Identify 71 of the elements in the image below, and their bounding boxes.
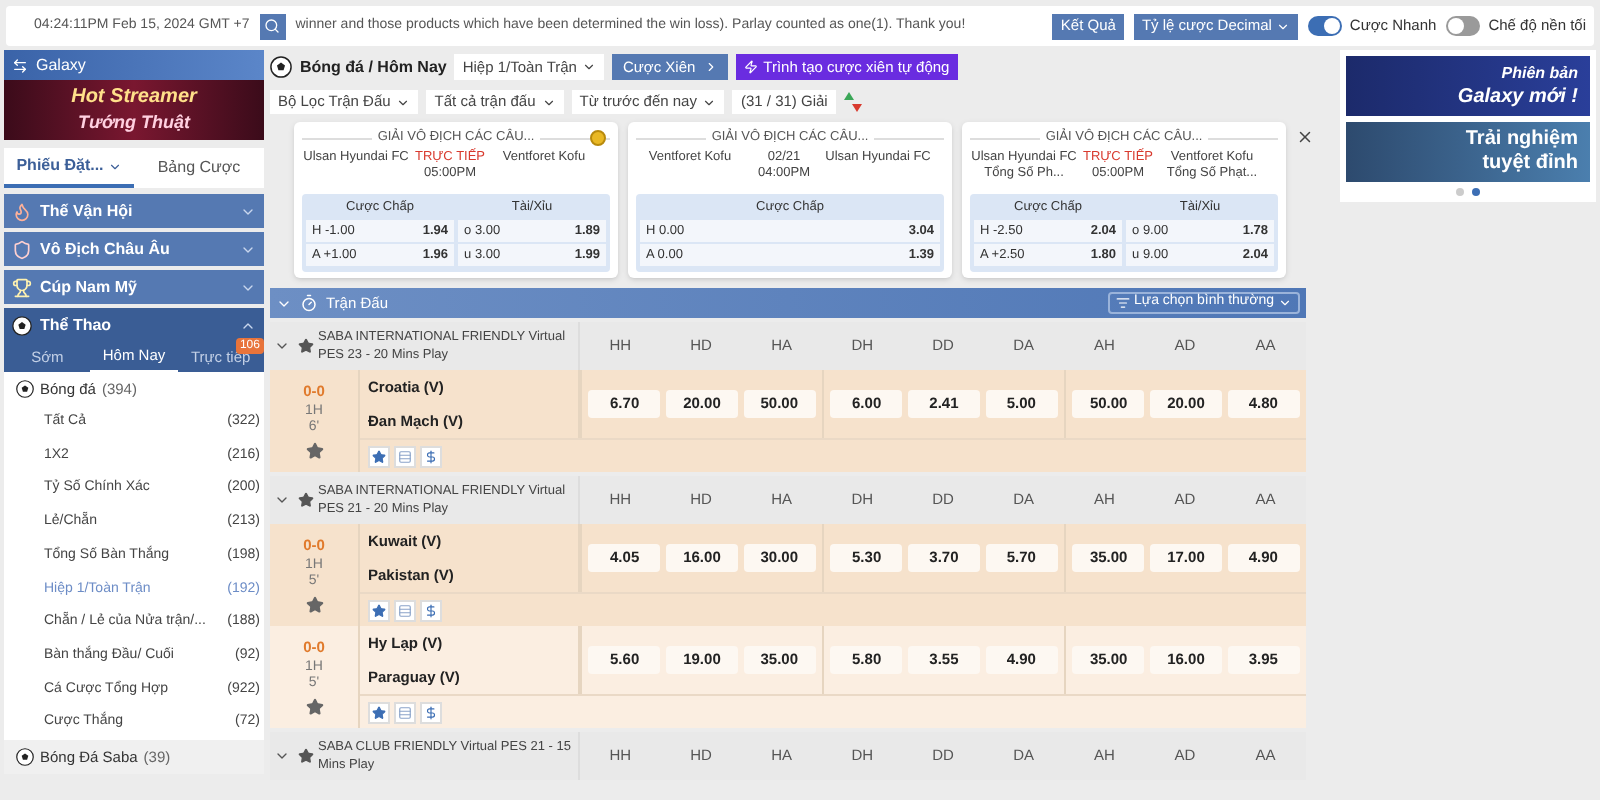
star-icon[interactable] <box>298 748 314 764</box>
chevron-down-icon <box>541 95 556 109</box>
search-button[interactable] <box>259 13 286 39</box>
star-icon[interactable] <box>305 697 323 715</box>
banner-text: tuyệt đỉnh <box>1482 152 1578 176</box>
section-label: Thể Thao <box>40 313 114 337</box>
chevron-down-icon <box>107 159 122 173</box>
banner-text: Galaxy mới ! <box>1457 86 1578 110</box>
trophy-icon <box>12 277 32 297</box>
breadcrumb: Bóng đá / Hôm Nay <box>300 55 447 79</box>
star-icon[interactable] <box>298 338 314 354</box>
sidebar-section-header[interactable]: Vô Địch Châu Âu <box>4 232 264 266</box>
section-label: Cúp Nam Mỹ <box>40 275 139 299</box>
banner-text: Hot Streamer <box>71 86 197 110</box>
chevron-down-icon <box>1278 296 1292 310</box>
toggle-switch[interactable] <box>1307 16 1342 36</box>
soccer-ball-icon <box>16 380 34 398</box>
rows-icon <box>398 705 412 719</box>
chevron-down-icon[interactable] <box>274 748 290 764</box>
sidebar-tab[interactable]: Bảng Cược <box>134 148 264 188</box>
star-icon <box>372 705 386 719</box>
promo-banner[interactable]: Trải nghiệm tuyệt đỉnh <box>1346 122 1590 182</box>
close-icon[interactable] <box>1296 128 1314 146</box>
banner-text: Phiên bản <box>1501 62 1578 86</box>
star-icon[interactable] <box>305 441 323 459</box>
star-icon <box>372 603 386 617</box>
dollar-icon <box>424 705 438 719</box>
soccer-ball-icon <box>16 747 34 766</box>
flame-icon <box>12 201 32 221</box>
bet-button[interactable] <box>420 445 442 467</box>
shield-icon <box>12 239 32 259</box>
galaxy-banner[interactable]: Galaxy <box>4 50 264 80</box>
promo-banner[interactable]: Phiên bản Galaxy mới ! <box>1346 56 1590 116</box>
rows-icon <box>398 603 412 617</box>
chevron-down-icon <box>702 95 717 109</box>
banner-text: Trải nghiệm <box>1465 128 1578 152</box>
bet-button[interactable] <box>420 701 442 723</box>
sidebar-section-header[interactable]: Thể Thao <box>4 308 264 342</box>
chevron-down-icon[interactable] <box>274 492 290 508</box>
favorite-button[interactable] <box>368 445 390 467</box>
bolt-icon <box>743 60 758 74</box>
section-label: Vô Địch Châu Âu <box>40 237 172 261</box>
bet-button[interactable] <box>420 599 442 621</box>
search-icon <box>264 18 281 34</box>
dollar-icon <box>424 449 438 463</box>
section-label: Thế Vận Hội <box>40 199 135 223</box>
chevron-down-icon[interactable] <box>274 338 290 354</box>
sidebar-tab[interactable]: Phiếu Đặt... <box>4 148 134 188</box>
banner-text: Galaxy <box>36 53 86 77</box>
streamer-banner[interactable]: Hot Streamer Tướng Thuật <box>4 80 264 140</box>
swap-icon <box>12 57 28 73</box>
favorite-button[interactable] <box>368 701 390 723</box>
soccer-ball-icon <box>270 56 292 78</box>
banner-text: Tướng Thuật <box>78 110 190 134</box>
chevron-down-icon <box>582 60 597 74</box>
soccer-ball-icon <box>12 315 32 335</box>
sidebar-section-header[interactable]: Cúp Nam Mỹ <box>4 270 264 304</box>
sort-icon[interactable] <box>843 92 862 112</box>
chevron-down-icon <box>396 95 411 109</box>
timer-icon <box>300 294 318 312</box>
chevron-down-icon <box>1275 19 1290 33</box>
favorite-button[interactable] <box>368 599 390 621</box>
sidebar-section-header[interactable]: Thế Vận Hội <box>4 194 264 228</box>
chevron-right-icon <box>703 60 718 74</box>
star-icon[interactable] <box>305 595 323 613</box>
star-icon[interactable] <box>298 492 314 508</box>
rows-icon <box>398 449 412 463</box>
filter-icon <box>1115 296 1130 310</box>
toggle-switch[interactable] <box>1446 16 1481 36</box>
dollar-icon <box>424 603 438 617</box>
star-icon <box>372 449 386 463</box>
